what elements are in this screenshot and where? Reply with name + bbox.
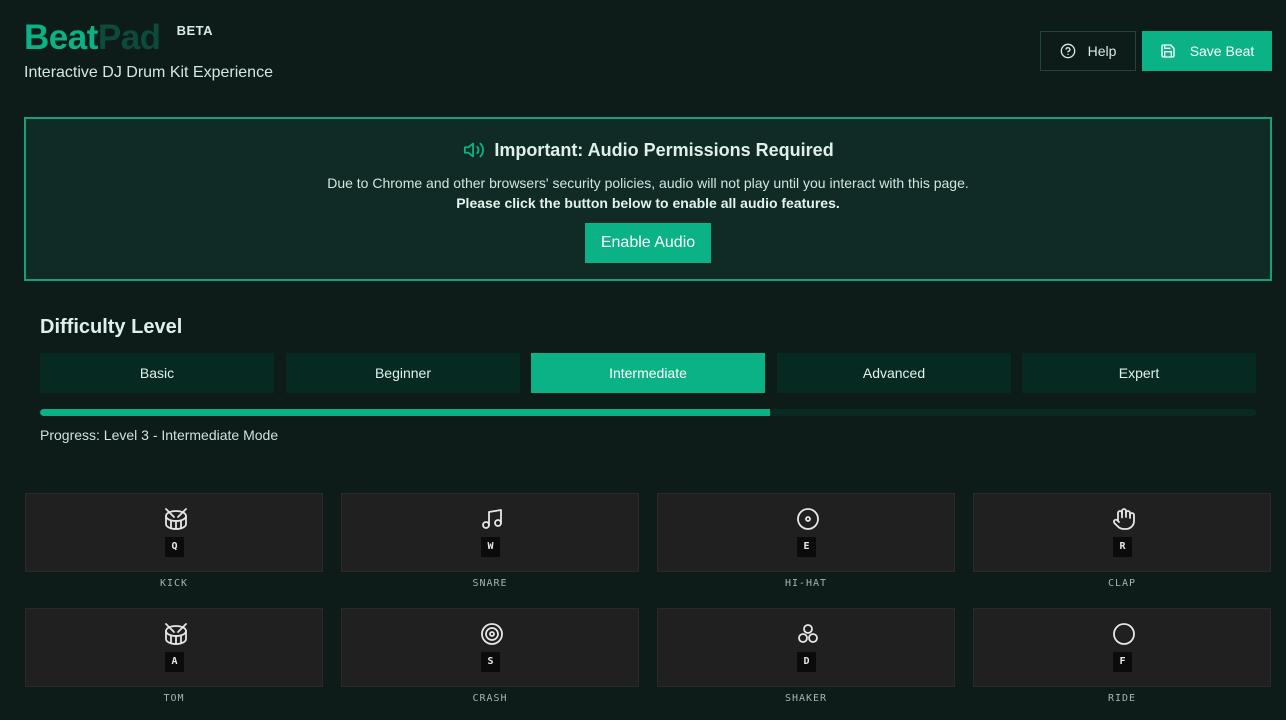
pad-kick[interactable]: Q: [25, 493, 323, 572]
circle-icon: [1112, 622, 1136, 646]
pad-key-badge: Q: [165, 537, 184, 557]
pad-tom[interactable]: A: [25, 608, 323, 687]
pad-label: TOM: [163, 693, 185, 704]
progress-bar: [40, 409, 1256, 416]
pad-key-badge: F: [1113, 652, 1132, 672]
pad-key-badge: R: [1113, 537, 1132, 557]
level-advanced-button[interactable]: Advanced: [777, 353, 1011, 393]
save-icon: [1161, 44, 1175, 58]
pad-label: KICK: [159, 578, 189, 589]
pad-crash[interactable]: S: [341, 608, 639, 687]
volume-icon: [464, 142, 485, 158]
pad-clap[interactable]: R: [973, 493, 1271, 572]
difficulty-section: Difficulty Level Basic Beginner Intermedia…: [40, 316, 1256, 443]
music-note-icon: [480, 507, 504, 531]
logo: BeatPad: [24, 18, 161, 58]
progress-text: Progress: Level 3 - Intermediate Mode: [40, 427, 279, 443]
pad-key-badge: E: [797, 537, 816, 557]
pad-hi-hat[interactable]: E: [657, 493, 955, 572]
audio-permission-notice: Important: Audio Permissions Required Du…: [24, 117, 1272, 281]
notice-description: Due to Chrome and other browsers' securi…: [327, 175, 969, 191]
cluster-icon: [796, 622, 820, 646]
level-expert-button[interactable]: Expert: [1022, 353, 1256, 393]
pad-key-badge: W: [481, 537, 500, 557]
notice-instruction: Please click the button below to enable …: [456, 195, 840, 211]
level-basic-button[interactable]: Basic: [40, 353, 274, 393]
pad-label: HI-HAT: [784, 578, 828, 589]
brand: BeatPad BETA: [24, 18, 213, 58]
progress-fill: [40, 409, 770, 416]
enable-audio-button[interactable]: Enable Audio: [585, 223, 711, 263]
pad-key-badge: A: [165, 652, 184, 672]
drum-icon: [164, 507, 188, 531]
pad-ride[interactable]: F: [973, 608, 1271, 687]
drum-icon: [164, 622, 188, 646]
pad-key-badge: D: [797, 652, 816, 672]
pad-label: SHAKER: [784, 693, 828, 704]
pad-shaker[interactable]: D: [657, 608, 955, 687]
pad-label: CRASH: [472, 693, 508, 704]
help-circle-icon: [1060, 43, 1075, 59]
difficulty-levels: Basic Beginner Intermediate Advanced Expert: [40, 353, 1256, 393]
target-icon: [480, 622, 504, 646]
difficulty-title: Difficulty Level: [40, 316, 183, 338]
pad-snare[interactable]: W: [341, 493, 639, 572]
pad-label: RIDE: [1107, 693, 1137, 704]
notice-title: Important: Audio Permissions Required: [494, 139, 834, 160]
save-beat-button[interactable]: Save Beat: [1142, 31, 1272, 71]
app-header: BeatPad BETA Interactive DJ Drum Kit Exp…: [24, 16, 1272, 96]
level-beginner-button[interactable]: Beginner: [286, 353, 520, 393]
help-button[interactable]: Help: [1040, 31, 1136, 71]
beta-badge: BETA: [176, 23, 214, 38]
help-label: Help: [1087, 43, 1117, 59]
pad-label: CLAP: [1107, 578, 1137, 589]
disc-icon: [796, 507, 820, 531]
logo-beat: Beat: [24, 18, 98, 57]
hand-icon: [1112, 507, 1136, 531]
pad-key-badge: S: [481, 652, 500, 672]
app-subtitle: Interactive DJ Drum Kit Experience: [24, 64, 273, 81]
pad-label: SNARE: [472, 578, 508, 589]
logo-pad: Pad: [97, 18, 161, 57]
level-intermediate-button[interactable]: Intermediate: [531, 353, 765, 393]
save-label: Save Beat: [1189, 43, 1255, 59]
